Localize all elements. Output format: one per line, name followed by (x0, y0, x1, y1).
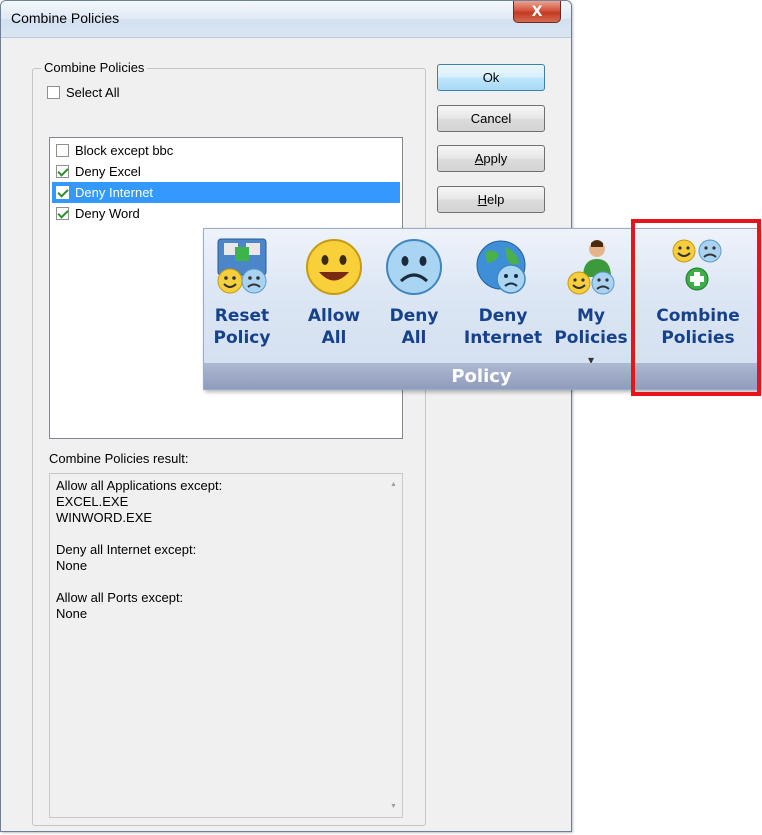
list-item-deny-excel[interactable]: Deny Excel (52, 161, 400, 182)
list-item-label: Deny Word (75, 206, 140, 221)
window-title: Combine Policies (11, 10, 120, 26)
apply-button[interactable]: Apply (437, 145, 545, 172)
deny-internet-button[interactable]: Deny Internet (460, 237, 546, 357)
result-text: Allow all Applications except: EXCEL.EXE… (56, 478, 223, 621)
reset-policy-icon (210, 237, 274, 301)
my-policies-label-text: Policies (554, 328, 628, 348)
help-button-label: Help (478, 192, 505, 207)
deny-all-label-2: All (401, 328, 427, 348)
highlight-box (631, 219, 761, 396)
apply-button-label: Apply (475, 151, 508, 166)
reset-policy-button[interactable]: Reset Policy (212, 237, 272, 357)
select-all-label: Select All (66, 84, 120, 100)
cancel-button[interactable]: Cancel (437, 105, 545, 132)
reset-policy-label-1: Reset (214, 306, 270, 326)
help-button[interactable]: Help (437, 186, 545, 213)
select-all-checkbox[interactable]: Select All (47, 83, 119, 101)
checkbox-deny-internet[interactable] (56, 186, 69, 199)
help-mnemonic: H (477, 192, 488, 207)
happy-face-icon (302, 237, 366, 301)
list-item-label: Block except bbc (75, 143, 174, 158)
result-label: Combine Policies result: (49, 451, 189, 466)
list-item-label: Deny Internet (75, 185, 154, 200)
close-icon: X (531, 3, 543, 20)
user-policies-icon (559, 237, 623, 301)
checkbox-block-except-bbc[interactable] (56, 144, 69, 157)
sad-face-icon (382, 237, 446, 301)
result-textbox[interactable]: Allow all Applications except: EXCEL.EXE… (49, 473, 403, 818)
list-item-deny-internet[interactable]: Deny Internet (52, 182, 400, 203)
ok-button[interactable]: Ok (437, 64, 545, 91)
combine-policies-group: Combine Policies Select All Block except… (32, 60, 426, 826)
ok-button-label: Ok (482, 70, 500, 85)
my-policies-button[interactable]: My Policies ▾ (548, 237, 634, 367)
deny-internet-label-1: Deny (478, 306, 528, 326)
reset-policy-label-2: Policy (213, 328, 271, 348)
allow-all-button[interactable]: Allow All (302, 237, 366, 357)
scroll-up-icon: ▲ (390, 481, 397, 488)
cancel-button-label: Cancel (470, 111, 512, 126)
list-item-block-except-bbc[interactable]: Block except bbc (52, 140, 400, 161)
scroll-down-button[interactable]: ▼ (385, 798, 402, 815)
dialog-client-area: Combine Policies Select All Block except… (9, 39, 563, 826)
list-item-label: Deny Excel (75, 164, 141, 179)
combine-policies-dialog: Combine Policies X Combine Policies Sele… (0, 0, 572, 832)
deny-all-label-1: Deny (389, 306, 439, 326)
checkbox-deny-excel[interactable] (56, 165, 69, 178)
list-item-deny-word[interactable]: Deny Word (52, 203, 400, 224)
deny-internet-label-2: Internet (463, 328, 543, 348)
close-button[interactable]: X (513, 1, 561, 23)
help-label-rest: elp (487, 192, 505, 207)
checkbox-deny-word[interactable] (56, 207, 69, 220)
deny-all-button[interactable]: Deny All (382, 237, 446, 357)
my-policies-label-1: My (576, 306, 605, 326)
allow-all-label-2: All (321, 328, 347, 348)
scroll-up-button[interactable]: ▲ (385, 476, 402, 493)
group-legend: Combine Policies (41, 60, 148, 75)
title-bar[interactable]: Combine Policies X (1, 1, 571, 38)
apply-label-rest: pply (483, 151, 508, 166)
scroll-down-icon: ▼ (390, 803, 397, 810)
select-all-checkbox-box[interactable] (47, 85, 60, 99)
allow-all-label-1: Allow (307, 306, 361, 326)
globe-sad-icon (471, 237, 535, 301)
result-scrollbar[interactable]: ▲ ▼ (385, 474, 402, 817)
